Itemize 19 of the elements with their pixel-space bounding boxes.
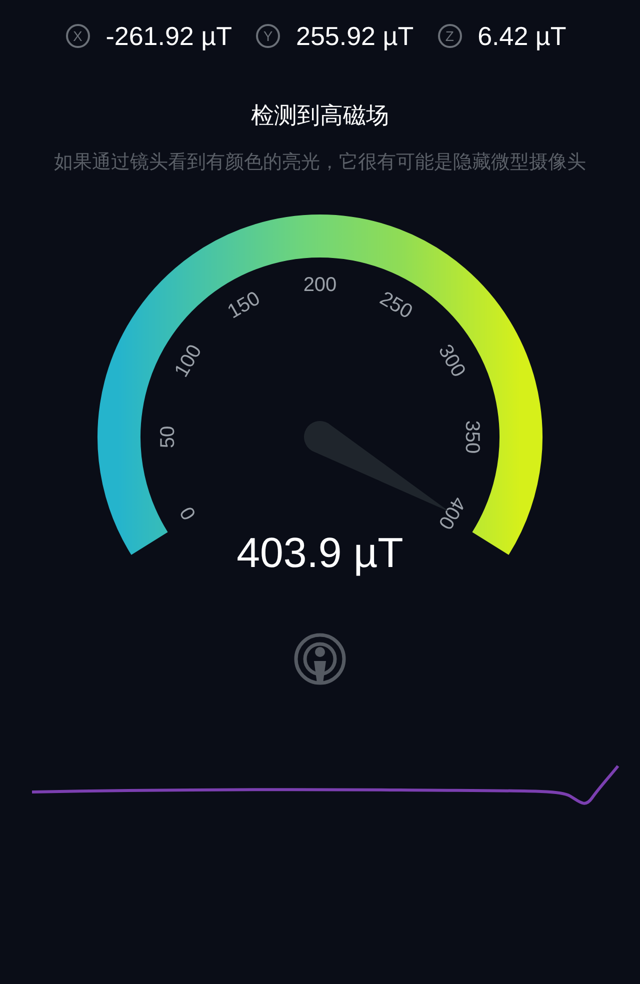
gauge-reading: 403.9 µT	[236, 528, 404, 576]
gauge-tick-label: 300	[434, 340, 470, 380]
gauge-tick-label: 0	[176, 502, 201, 523]
axis-icon: X	[66, 24, 90, 48]
alert-description: 如果通过镜头看到有颜色的亮光，它很有可能是隐藏微型摄像头	[53, 150, 587, 174]
gauge-tick-label: 100	[170, 340, 206, 380]
gauge-tick-label: 200	[303, 274, 337, 296]
podcast-icon	[293, 632, 347, 686]
gauge-tick-label: 150	[224, 287, 264, 323]
gauge-tick-label: 250	[376, 287, 416, 323]
axis-icon: Y	[256, 24, 280, 48]
gauge-tick-label: 50	[157, 425, 179, 448]
axis-reading: 255.92 µT	[296, 20, 414, 52]
gauge-tick-label: 350	[461, 420, 483, 454]
axis-reading: -261.92 µT	[106, 20, 232, 52]
gauge-tick-label: 400	[434, 492, 470, 532]
axis-reading: 6.42 µT	[478, 20, 566, 52]
axis-icon: Z	[438, 24, 462, 48]
alert-title: 检测到高磁场	[251, 102, 389, 131]
